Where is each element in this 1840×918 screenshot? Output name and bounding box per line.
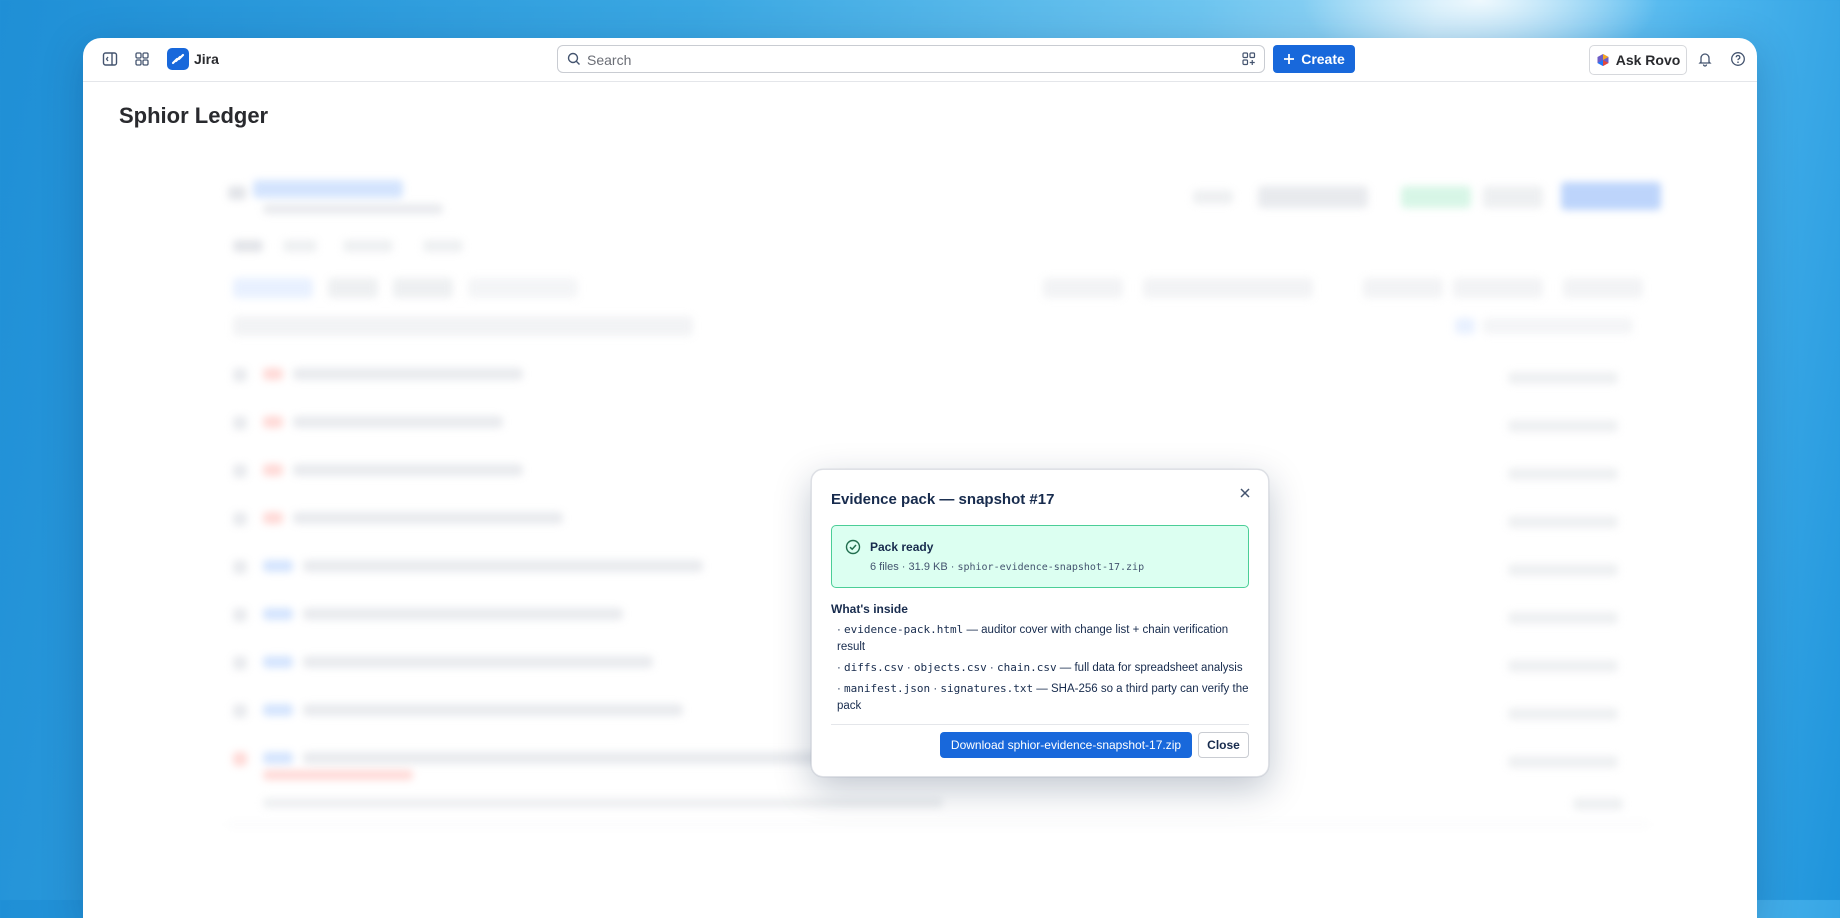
app-switcher-icon[interactable]: [133, 50, 151, 68]
file-code: signatures.txt: [940, 682, 1034, 695]
plus-icon: [1284, 54, 1295, 64]
pack-file-count: 6 files: [870, 561, 899, 573]
list-item: · evidence-pack.html — auditor cover wit…: [837, 623, 1229, 653]
file-code: evidence-pack.html: [844, 623, 964, 636]
file-code: manifest.json: [844, 682, 931, 695]
file-code: objects.csv: [913, 661, 987, 674]
ask-rovo-button[interactable]: Ask Rovo: [1589, 45, 1687, 75]
app-name[interactable]: Jira: [194, 51, 219, 67]
list-item: · manifest.json · signatures.txt — SHA-2…: [837, 682, 1249, 712]
file-code: chain.csv: [996, 661, 1057, 674]
pack-filename: sphior-evidence-snapshot-17.zip: [957, 562, 1145, 573]
sidebar-toggle-icon[interactable]: [101, 50, 119, 68]
file-code: diffs.csv: [844, 661, 904, 674]
close-button[interactable]: Close: [1198, 732, 1249, 758]
top-navigation-bar: Jira Search Create Ask Rovo: [83, 38, 1757, 82]
list-item: · diffs.csv · objects.csv · chain.csv — …: [837, 661, 1243, 674]
whats-inside-heading: What's inside: [831, 602, 908, 616]
notifications-bell-icon[interactable]: [1696, 50, 1714, 68]
ask-rovo-label: Ask Rovo: [1615, 52, 1681, 68]
check-circle-icon: [845, 539, 861, 555]
contents-list: · evidence-pack.html — auditor cover wit…: [837, 621, 1249, 718]
dialog-title: Evidence pack — snapshot #17: [831, 491, 1055, 508]
pack-ready-title: Pack ready: [870, 540, 934, 554]
jira-logo-icon[interactable]: [167, 48, 189, 70]
create-button-label: Create: [1301, 51, 1345, 67]
pack-ready-banner: Pack ready 6 files · 31.9 KB · sphior-ev…: [831, 525, 1249, 588]
create-button[interactable]: Create: [1273, 45, 1355, 73]
search-icon: [567, 52, 580, 65]
evidence-pack-dialog: Evidence pack — snapshot #17 Pack ready …: [811, 469, 1269, 777]
item-description: — full data for spreadsheet analysis: [1059, 662, 1243, 674]
browser-window: Jira Search Create Ask Rovo Sphior Ledge…: [83, 38, 1757, 918]
rovo-icon: [1597, 54, 1609, 66]
page-title: Sphior Ledger: [119, 103, 269, 128]
pack-meta: 6 files · 31.9 KB · sphior-evidence-snap…: [870, 561, 1145, 573]
pack-size: 31.9 KB: [908, 561, 948, 573]
apps-plus-icon[interactable]: [1242, 52, 1256, 66]
divider: [831, 724, 1249, 725]
help-icon[interactable]: [1729, 50, 1747, 68]
download-button[interactable]: Download sphior-evidence-snapshot-17.zip: [940, 732, 1192, 758]
close-icon[interactable]: [1236, 484, 1254, 502]
search-placeholder: Search: [587, 52, 632, 68]
search-input[interactable]: Search: [557, 45, 1265, 73]
